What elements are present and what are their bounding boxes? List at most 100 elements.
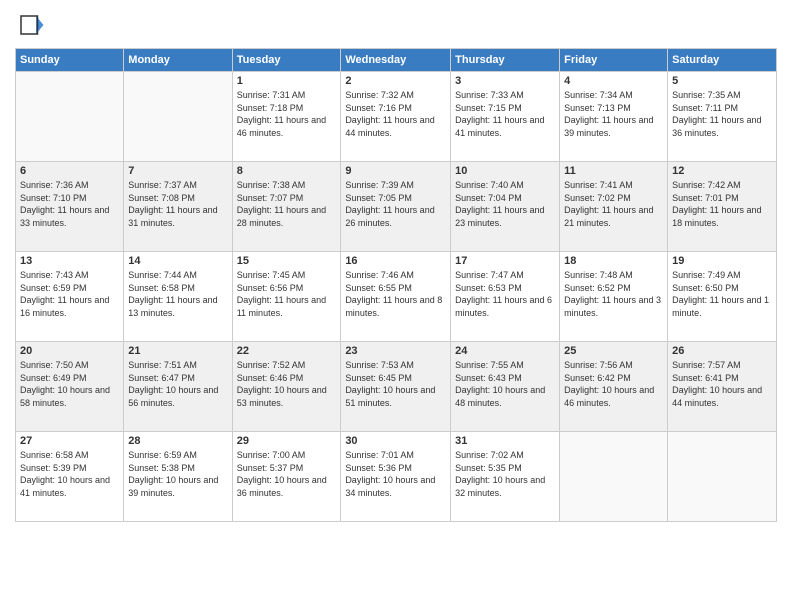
day-info: Sunrise: 7:35 AMSunset: 7:11 PMDaylight:… [672, 89, 772, 139]
calendar-cell: 24 Sunrise: 7:55 AMSunset: 6:43 PMDayligh… [451, 342, 560, 432]
day-number: 14 [128, 255, 227, 267]
day-info: Sunrise: 7:34 AMSunset: 7:13 PMDaylight:… [564, 89, 663, 139]
calendar-cell: 19 Sunrise: 7:49 AMSunset: 6:50 PMDayligh… [668, 252, 777, 342]
day-number: 21 [128, 345, 227, 357]
day-info: Sunrise: 7:41 AMSunset: 7:02 PMDaylight:… [564, 179, 663, 229]
calendar-table: SundayMondayTuesdayWednesdayThursdayFrid… [15, 48, 777, 522]
calendar-cell [560, 432, 668, 522]
day-number: 26 [672, 345, 772, 357]
day-number: 1 [237, 75, 337, 87]
day-info: Sunrise: 7:32 AMSunset: 7:16 PMDaylight:… [345, 89, 446, 139]
day-number: 10 [455, 165, 555, 177]
calendar-cell: 10 Sunrise: 7:40 AMSunset: 7:04 PMDayligh… [451, 162, 560, 252]
day-info: Sunrise: 7:55 AMSunset: 6:43 PMDaylight:… [455, 359, 555, 409]
day-info: Sunrise: 7:33 AMSunset: 7:15 PMDaylight:… [455, 89, 555, 139]
calendar-cell: 4 Sunrise: 7:34 AMSunset: 7:13 PMDaylight… [560, 72, 668, 162]
calendar-week-row: 13 Sunrise: 7:43 AMSunset: 6:59 PMDayligh… [16, 252, 777, 342]
day-info: Sunrise: 7:51 AMSunset: 6:47 PMDaylight:… [128, 359, 227, 409]
day-number: 8 [237, 165, 337, 177]
calendar-cell: 2 Sunrise: 7:32 AMSunset: 7:16 PMDaylight… [341, 72, 451, 162]
calendar-cell: 14Sunrise: 7:44 AMSunset: 6:58 PMDayligh… [124, 252, 232, 342]
calendar-cell [668, 432, 777, 522]
day-number: 15 [237, 255, 337, 267]
day-info: Sunrise: 7:48 AMSunset: 6:52 PMDaylight:… [564, 269, 663, 319]
calendar-day-header: Tuesday [232, 49, 341, 72]
day-info: Sunrise: 7:56 AMSunset: 6:42 PMDaylight:… [564, 359, 663, 409]
calendar-cell: 23 Sunrise: 7:53 AMSunset: 6:45 PMDayligh… [341, 342, 451, 432]
calendar-cell: 12Sunrise: 7:42 AMSunset: 7:01 PMDayligh… [668, 162, 777, 252]
day-number: 2 [345, 75, 446, 87]
day-info: Sunrise: 7:31 AMSunset: 7:18 PMDaylight:… [237, 89, 337, 139]
day-number: 9 [345, 165, 446, 177]
logo [15, 10, 49, 40]
day-info: Sunrise: 7:36 AMSunset: 7:10 PMDaylight:… [20, 179, 119, 229]
calendar-cell: 8 Sunrise: 7:38 AMSunset: 7:07 PMDaylight… [232, 162, 341, 252]
day-info: Sunrise: 7:43 AMSunset: 6:59 PMDaylight:… [20, 269, 119, 319]
day-number: 30 [345, 435, 446, 447]
day-info: Sunrise: 7:40 AMSunset: 7:04 PMDaylight:… [455, 179, 555, 229]
page: SundayMondayTuesdayWednesdayThursdayFrid… [0, 0, 792, 612]
day-number: 16 [345, 255, 446, 267]
calendar-cell: 26Sunrise: 7:57 AMSunset: 6:41 PMDayligh… [668, 342, 777, 432]
calendar-header-row: SundayMondayTuesdayWednesdayThursdayFrid… [16, 49, 777, 72]
day-number: 19 [672, 255, 772, 267]
day-info: Sunrise: 7:01 AMSunset: 5:36 PMDaylight:… [345, 449, 446, 499]
calendar-week-row: 1 Sunrise: 7:31 AMSunset: 7:18 PMDaylight… [16, 72, 777, 162]
day-number: 27 [20, 435, 119, 447]
day-number: 24 [455, 345, 555, 357]
day-number: 25 [564, 345, 663, 357]
day-number: 17 [455, 255, 555, 267]
day-number: 29 [237, 435, 337, 447]
header [15, 10, 777, 40]
calendar-cell: 16 Sunrise: 7:46 AMSunset: 6:55 PMDayligh… [341, 252, 451, 342]
calendar-cell: 5 Sunrise: 7:35 AMSunset: 7:11 PMDaylight… [668, 72, 777, 162]
day-number: 7 [128, 165, 227, 177]
calendar-cell [16, 72, 124, 162]
day-number: 28 [128, 435, 227, 447]
calendar-cell: 20 Sunrise: 7:50 AMSunset: 6:49 PMDayligh… [16, 342, 124, 432]
calendar-cell: 29Sunrise: 7:00 AMSunset: 5:37 PMDayligh… [232, 432, 341, 522]
calendar-cell: 30 Sunrise: 7:01 AMSunset: 5:36 PMDayligh… [341, 432, 451, 522]
day-info: Sunrise: 7:38 AMSunset: 7:07 PMDaylight:… [237, 179, 337, 229]
day-info: Sunrise: 7:53 AMSunset: 6:45 PMDaylight:… [345, 359, 446, 409]
calendar-week-row: 6Sunrise: 7:36 AMSunset: 7:10 PMDaylight… [16, 162, 777, 252]
day-number: 22 [237, 345, 337, 357]
day-info: Sunrise: 7:47 AMSunset: 6:53 PMDaylight:… [455, 269, 555, 319]
calendar-day-header: Sunday [16, 49, 124, 72]
day-info: Sunrise: 7:46 AMSunset: 6:55 PMDaylight:… [345, 269, 446, 319]
day-number: 20 [20, 345, 119, 357]
day-info: Sunrise: 7:39 AMSunset: 7:05 PMDaylight:… [345, 179, 446, 229]
calendar-cell: 3Sunrise: 7:33 AMSunset: 7:15 PMDaylight… [451, 72, 560, 162]
calendar-cell: 21 Sunrise: 7:51 AMSunset: 6:47 PMDayligh… [124, 342, 232, 432]
day-number: 13 [20, 255, 119, 267]
calendar-cell: 15 Sunrise: 7:45 AMSunset: 6:56 PMDayligh… [232, 252, 341, 342]
day-info: Sunrise: 6:59 AMSunset: 5:38 PMDaylight:… [128, 449, 227, 499]
day-info: Sunrise: 6:58 AMSunset: 5:39 PMDaylight:… [20, 449, 119, 499]
day-number: 4 [564, 75, 663, 87]
calendar-cell: 22 Sunrise: 7:52 AMSunset: 6:46 PMDayligh… [232, 342, 341, 432]
day-number: 23 [345, 345, 446, 357]
calendar-cell: 7 Sunrise: 7:37 AMSunset: 7:08 PMDaylight… [124, 162, 232, 252]
calendar-day-header: Saturday [668, 49, 777, 72]
calendar-cell: 6Sunrise: 7:36 AMSunset: 7:10 PMDaylight… [16, 162, 124, 252]
day-number: 18 [564, 255, 663, 267]
day-info: Sunrise: 7:37 AMSunset: 7:08 PMDaylight:… [128, 179, 227, 229]
day-info: Sunrise: 7:45 AMSunset: 6:56 PMDaylight:… [237, 269, 337, 319]
calendar-day-header: Thursday [451, 49, 560, 72]
calendar-cell: 28 Sunrise: 6:59 AMSunset: 5:38 PMDayligh… [124, 432, 232, 522]
calendar-week-row: 27 Sunrise: 6:58 AMSunset: 5:39 PMDayligh… [16, 432, 777, 522]
calendar-cell: 18 Sunrise: 7:48 AMSunset: 6:52 PMDayligh… [560, 252, 668, 342]
calendar-cell: 31Sunrise: 7:02 AMSunset: 5:35 PMDayligh… [451, 432, 560, 522]
day-info: Sunrise: 7:50 AMSunset: 6:49 PMDaylight:… [20, 359, 119, 409]
day-info: Sunrise: 7:49 AMSunset: 6:50 PMDaylight:… [672, 269, 772, 319]
calendar-cell: 27 Sunrise: 6:58 AMSunset: 5:39 PMDayligh… [16, 432, 124, 522]
calendar-cell: 17 Sunrise: 7:47 AMSunset: 6:53 PMDayligh… [451, 252, 560, 342]
day-number: 12 [672, 165, 772, 177]
calendar-day-header: Friday [560, 49, 668, 72]
logo-icon [15, 10, 45, 40]
calendar-cell: 9 Sunrise: 7:39 AMSunset: 7:05 PMDaylight… [341, 162, 451, 252]
calendar-week-row: 20 Sunrise: 7:50 AMSunset: 6:49 PMDayligh… [16, 342, 777, 432]
calendar-cell: 25 Sunrise: 7:56 AMSunset: 6:42 PMDayligh… [560, 342, 668, 432]
day-number: 5 [672, 75, 772, 87]
day-info: Sunrise: 7:52 AMSunset: 6:46 PMDaylight:… [237, 359, 337, 409]
